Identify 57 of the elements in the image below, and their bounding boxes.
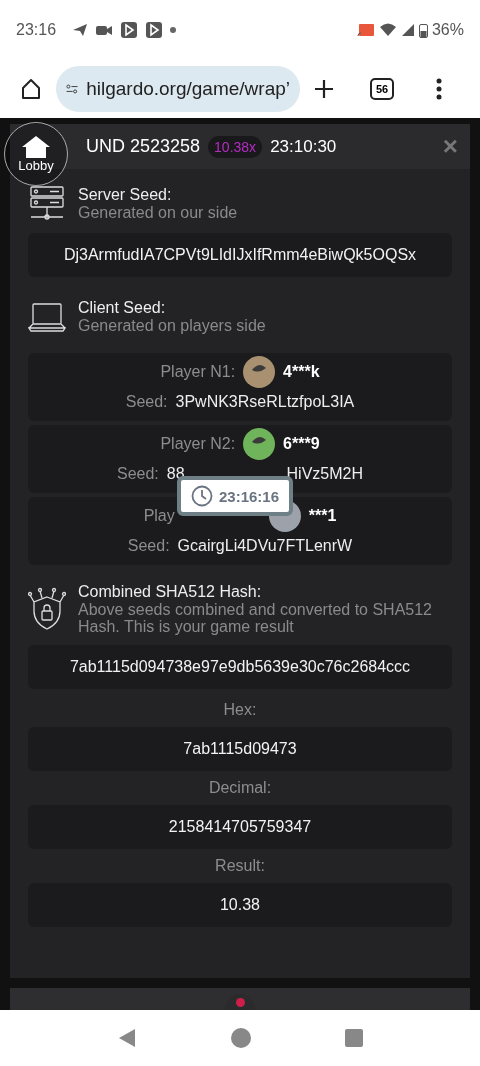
- plus-icon: [314, 79, 334, 99]
- round-time: 23:10:30: [270, 136, 337, 157]
- seed-value: GcairgLi4DVu7FTLenrW: [177, 537, 353, 555]
- round-title: UND 2523258: [86, 136, 201, 157]
- server-icon: [28, 185, 66, 223]
- player-label: Play: [143, 507, 175, 525]
- recents-icon: [345, 1029, 363, 1047]
- section-subtitle: Generated on players side: [78, 317, 266, 335]
- menu-icon: [436, 78, 442, 100]
- home-icon: [20, 78, 42, 100]
- battery-icon: [418, 22, 428, 38]
- popup-time: 23:16:16: [218, 487, 279, 505]
- play-icon: [145, 21, 164, 39]
- seed-label: Seed:: [125, 393, 168, 411]
- player-name: 6***9: [283, 435, 320, 453]
- seed-label: Seed:: [116, 465, 159, 483]
- result-label: Decimal:: [207, 779, 273, 797]
- section-title: Combined SHA512 Hash:: [78, 583, 263, 601]
- result-value: 7ab1115d09473: [28, 727, 452, 771]
- wifi-icon: [378, 23, 397, 37]
- dot-icon: [170, 27, 177, 33]
- send-icon: [72, 23, 89, 37]
- seed-value: 3PwNK3RseRLtzfpoL3IA: [175, 393, 355, 411]
- result-label: Hex:: [222, 701, 258, 719]
- signal-icon: [400, 23, 415, 37]
- clock-icon: [190, 485, 213, 507]
- url-text: hilgardo.org/game/wrap’: [86, 78, 290, 100]
- section-subtitle: Generated on our side: [78, 204, 238, 222]
- seed-label: Seed:: [127, 537, 170, 555]
- home-icon: [231, 1028, 251, 1048]
- seed-value: Dj3ArmfudIA7CPVt9LIdIJxIfRmm4eBiwQk5OQSx: [28, 233, 452, 277]
- section-title: Server Seed:: [78, 186, 173, 204]
- address-bar[interactable]: hilgardo.org/game/wrap’: [56, 66, 300, 112]
- play-icon: [120, 21, 139, 39]
- record-icon: [235, 998, 245, 1007]
- player-name: ***1: [308, 507, 337, 525]
- clock-time: 23:16: [16, 21, 57, 39]
- result-label: Result:: [214, 857, 266, 875]
- lobby-button[interactable]: Lobby: [4, 122, 68, 186]
- back-icon: [117, 1028, 137, 1048]
- laptop-icon: [28, 301, 66, 333]
- player-label: Player N2:: [160, 435, 236, 453]
- cast-icon: [356, 23, 375, 37]
- seed-value: HiVz5M2H: [286, 465, 364, 483]
- result-value: 2158414705759347: [28, 805, 452, 849]
- player-name: 4***k: [283, 363, 320, 381]
- battery-percent: 36%: [431, 21, 464, 39]
- tab-count-button[interactable]: 56: [370, 78, 394, 100]
- hash-value: 7ab1115d094738e97e9db5639e30c76c2684ccc: [28, 645, 452, 689]
- result-value: 10.38: [28, 883, 452, 927]
- shield-lock-icon: [28, 587, 66, 631]
- section-title: Client Seed:: [78, 299, 167, 317]
- multiplier-badge: 10.38x: [208, 135, 263, 158]
- player-label: Player N1:: [160, 363, 236, 381]
- home-icon: [22, 135, 50, 158]
- camera-icon: [95, 23, 114, 37]
- section-subtitle: Above seeds combined and converted to SHA512 Hash. This is your game result: [78, 601, 433, 635]
